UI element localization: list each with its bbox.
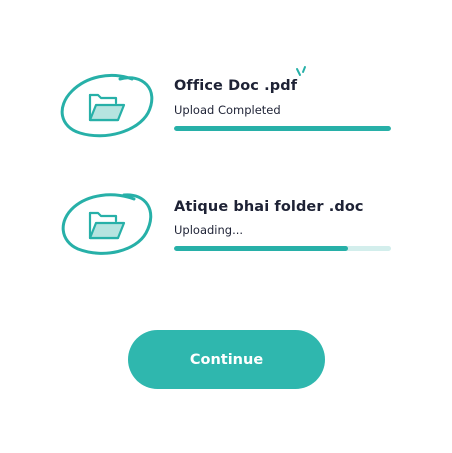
progress-fill [174, 246, 348, 251]
progress-fill [174, 126, 391, 131]
file-name: Atique bhai folder .doc [174, 199, 364, 215]
progress-bar [174, 126, 391, 131]
folder-open-icon [58, 185, 158, 285]
upload-status: Uploading... [174, 223, 244, 237]
continue-button[interactable]: Continue [128, 330, 325, 389]
upload-status: Upload Completed [174, 103, 281, 117]
upload-item-office-doc: Office Doc .pdf Upload Completed [0, 55, 452, 165]
upload-item-atique-folder: Atique bhai folder .doc Uploading... [0, 177, 452, 287]
upload-dialog: Office Doc .pdf Upload Completed Atique … [0, 0, 452, 453]
sparkle-icon [296, 66, 306, 76]
file-name: Office Doc .pdf [174, 78, 298, 94]
progress-bar [174, 246, 391, 251]
folder-open-icon [58, 67, 158, 167]
